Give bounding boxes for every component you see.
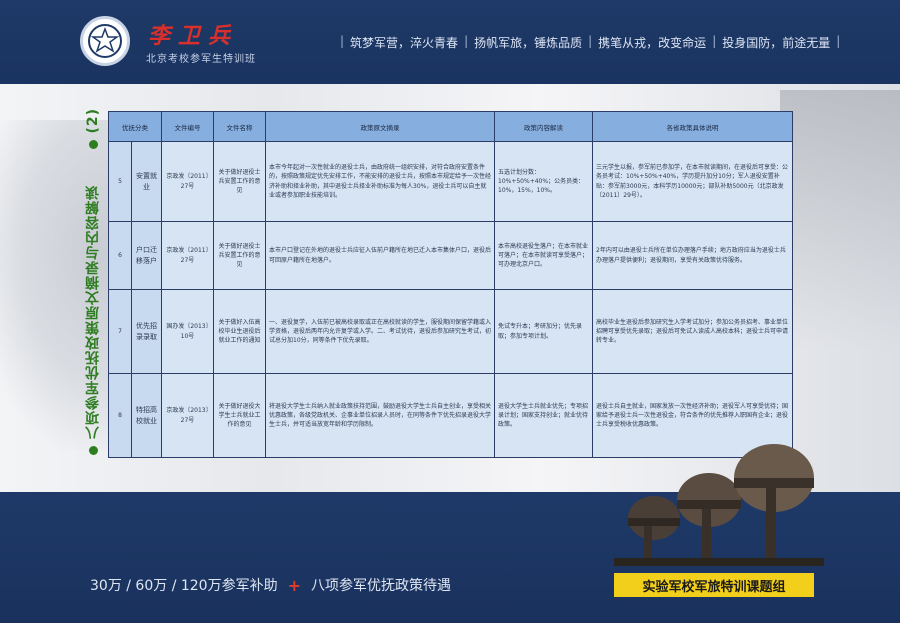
row-number: 7 bbox=[108, 289, 132, 374]
row-file-number: 京政发〔2013〕27号 bbox=[161, 373, 214, 458]
table-header-row: 优抚分类 文件编号 文件名称 政策原文摘录 政策内容解读 各省政策具体说明 bbox=[108, 111, 793, 142]
plus-sign: + bbox=[287, 575, 301, 595]
row-file-name: 关于做好入伍高校毕业生退役后就业工作的通知 bbox=[213, 289, 266, 374]
row-category: 优先招录录取 bbox=[131, 289, 162, 374]
table-row: 5 安置就业 京政发〔2011〕27号 关于做好退役士兵安置工作的意见 本市今年… bbox=[108, 141, 793, 222]
row-interpretation: 本市高校退役生落户；在本市就业可落户；在本市就读可享受落户；可办理北京户口。 bbox=[494, 221, 593, 290]
row-category: 安置就业 bbox=[131, 141, 162, 222]
row-excerpt: 将退役大学生士兵纳入就业政策扶持范围，鼓励退役大学生士兵自主创业，享受相关优惠政… bbox=[265, 373, 495, 458]
row-file-name: 关于做好退役士兵安置工作的意见 bbox=[213, 141, 266, 222]
row-interpretation: 五选计划分数：10%+50%+40%；公务员类：10%，15%，10%。 bbox=[494, 141, 593, 222]
part-number: (2) bbox=[85, 108, 101, 134]
slogan-item: 携笔从戎，改变命运 bbox=[598, 36, 707, 50]
row-details: 三元学生以报，参军前已参加学，在本市就读期间，在退役后可享受：公务员考试：10%… bbox=[592, 141, 793, 222]
policy-text: 八项参军优抚政策待遇 bbox=[311, 578, 451, 594]
bullet-dot-icon bbox=[88, 139, 98, 149]
slogan-item: 投身国防，前途无量 bbox=[722, 36, 831, 50]
row-number: 5 bbox=[108, 141, 132, 222]
row-excerpt: 本市户口登记在外地的退役士兵应征入伍前户籍所在地已迁入本市集体户口，退役后可回原… bbox=[265, 221, 495, 290]
header-file-name: 文件名称 bbox=[213, 111, 266, 142]
policy-table: 优抚分类 文件编号 文件名称 政策原文摘录 政策内容解读 各省政策具体说明 5 … bbox=[108, 111, 793, 458]
row-file-number: 京政发〔2011〕27号 bbox=[161, 141, 214, 222]
header-interpretation: 政策内容解读 bbox=[494, 111, 593, 142]
row-category: 特招高校就业 bbox=[131, 373, 162, 458]
row-file-name: 关于做好退役士兵安置工作的意见 bbox=[213, 221, 266, 290]
row-file-number: 京政发〔2011〕27号 bbox=[161, 221, 214, 290]
row-details: 2年内可以由退役士兵所在单位办理落户手续；地方政府应当为退役士兵办理落户提供便利… bbox=[592, 221, 793, 290]
bullet-dot-icon bbox=[88, 445, 98, 455]
header-details: 各省政策具体说明 bbox=[592, 111, 793, 142]
subsidy-text: 30万 / 60万 / 120万参军补助 bbox=[90, 578, 278, 594]
row-interpretation: 退役大学生士兵就业优先；专项招录计划；国家支持创业；就业优待政策。 bbox=[494, 373, 593, 458]
row-file-name: 关于做好退役大学生士兵就业工作的意见 bbox=[213, 373, 266, 458]
row-excerpt: 一、退役复学，入伍前已被高校录取或正在高校就读的学生，服役期间保留学籍或入学资格… bbox=[265, 289, 495, 374]
row-interpretation: 免试专升本；考研加分；优先录取；参加专项计划。 bbox=[494, 289, 593, 374]
footer-slogan: 30万 / 60万 / 120万参军补助 + 八项参军优抚政策待遇 bbox=[90, 575, 451, 595]
brand-subtitle: 北京考校参军生特训班 bbox=[146, 54, 256, 65]
row-number: 8 bbox=[108, 373, 132, 458]
row-category: 户口迁移落户 bbox=[131, 221, 162, 290]
brand-name: 李卫兵 bbox=[148, 23, 239, 49]
row-details: 高校毕业生退役后参加研究生入学考试加分；参加公务员招考、事业单位招聘可享受优先录… bbox=[592, 289, 793, 374]
header-file-number: 文件编号 bbox=[161, 111, 214, 142]
side-title: (2) 八项参军优抚政策原文摘录与内容解读 bbox=[76, 108, 110, 463]
table-row: 7 优先招录录取 国办发〔2013〕10号 关于做好入伍高校毕业生退役后就业工作… bbox=[108, 289, 793, 374]
school-emblem bbox=[80, 16, 130, 66]
header-excerpt: 政策原文摘录 bbox=[265, 111, 495, 142]
great-wall-photo-background bbox=[780, 90, 900, 350]
header-category: 优抚分类 bbox=[108, 111, 162, 142]
row-file-number: 国办发〔2013〕10号 bbox=[161, 289, 214, 374]
slogan-item: 扬帆军旅，锤炼品质 bbox=[474, 36, 583, 50]
row-excerpt: 本市今年起对一次性就业的退役士兵，由政府统一组织安排，对符合政府安置条件的，按照… bbox=[265, 141, 495, 222]
section-title: 八项参军优抚政策原文摘录与内容解读 bbox=[85, 184, 101, 440]
table-row: 6 户口迁移落户 京政发〔2011〕27号 关于做好退役士兵安置工作的意见 本市… bbox=[108, 221, 793, 290]
slogan-item: 筑梦军营，淬火青春 bbox=[350, 36, 459, 50]
row-number: 6 bbox=[108, 221, 132, 290]
slogan-bar: | 筑梦军营，淬火青春 | 扬帆军旅，锤炼品质 | 携笔从戎，改变命运 | 投身… bbox=[340, 34, 841, 50]
team-badge: 实验军校军旅特训课题组 bbox=[614, 573, 814, 597]
helmets-illustration bbox=[614, 430, 824, 574]
